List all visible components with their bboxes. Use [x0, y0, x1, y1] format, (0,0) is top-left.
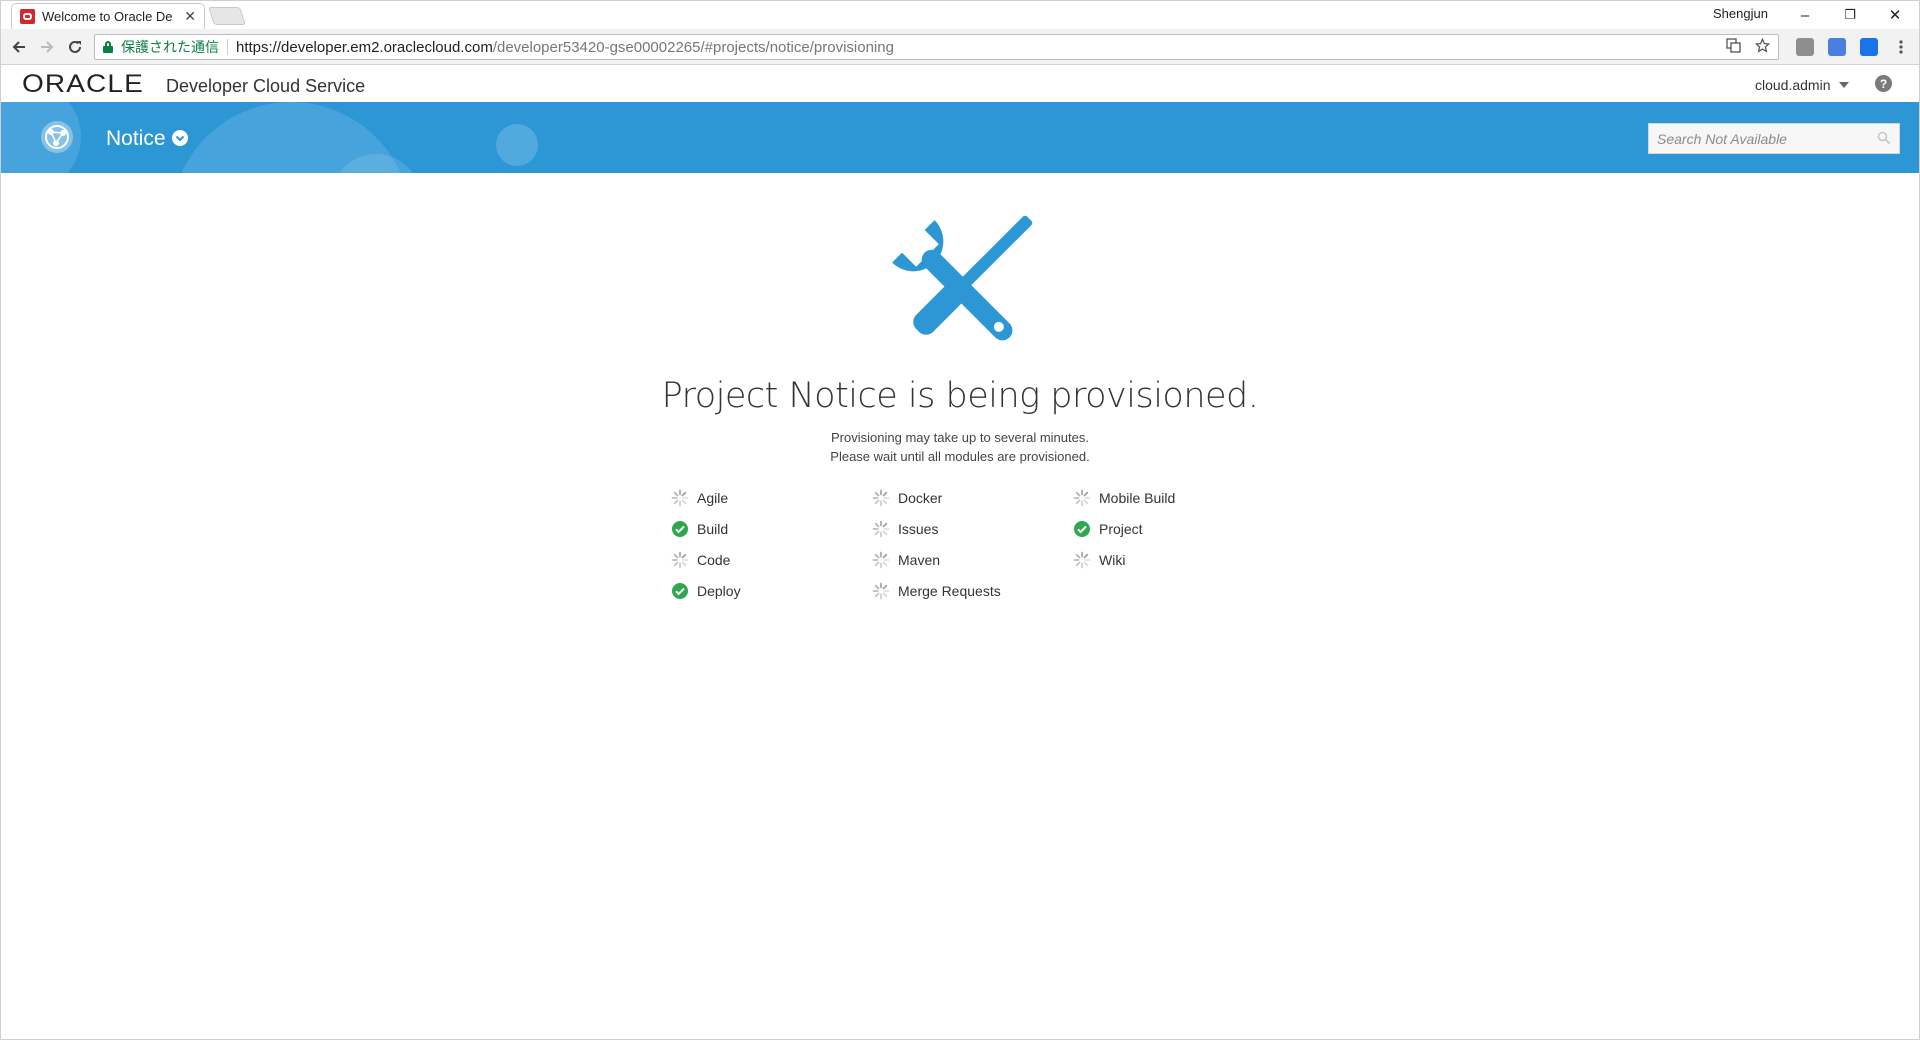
- project-dropdown-icon[interactable]: [172, 130, 188, 146]
- new-tab-button[interactable]: [208, 7, 246, 25]
- translate-extension-icon[interactable]: [1828, 38, 1846, 56]
- help-icon[interactable]: ?: [1875, 75, 1892, 92]
- address-bar[interactable]: 保護された通信 https://developer.em2.oracleclou…: [94, 34, 1779, 60]
- module-item: Project: [1073, 519, 1143, 539]
- module-label: Project: [1099, 521, 1143, 537]
- project-name[interactable]: Notice: [106, 127, 166, 151]
- browser-titlebar: Welcome to Oracle De ✕ Shengjun – ❐ ✕: [1, 1, 1919, 29]
- module-item: Merge Requests: [872, 581, 1001, 601]
- module-item: Mobile Build: [1073, 488, 1175, 508]
- check-icon: [1073, 520, 1091, 538]
- user-menu-caret-icon[interactable]: [1839, 82, 1849, 88]
- oracle-favicon-icon: [20, 9, 35, 24]
- translate-icon[interactable]: [1726, 38, 1741, 57]
- module-item: Deploy: [671, 581, 741, 601]
- close-window-button[interactable]: ✕: [1873, 3, 1917, 27]
- module-item: Wiki: [1073, 550, 1125, 570]
- minimize-button[interactable]: –: [1783, 3, 1827, 27]
- module-label: Merge Requests: [898, 583, 1001, 599]
- subtitle-line-1: Provisioning may take up to several minu…: [831, 430, 1089, 445]
- module-label: Issues: [898, 521, 939, 537]
- back-icon[interactable]: [7, 35, 31, 59]
- url-path: /developer53420-gse00002265/#projects/no…: [492, 38, 894, 56]
- reload-icon[interactable]: [63, 35, 87, 59]
- check-icon: [671, 520, 689, 538]
- banner-decoration: [496, 124, 538, 166]
- module-label: Wiki: [1099, 552, 1126, 568]
- spinner-icon: [1073, 489, 1091, 507]
- lock-icon: [103, 41, 113, 53]
- product-name: Developer Cloud Service: [166, 76, 366, 96]
- secure-label: 保護された通信: [121, 39, 219, 55]
- module-item: Docker: [872, 488, 942, 508]
- search-placeholder: Search Not Available: [1657, 130, 1787, 147]
- browser-menu-icon[interactable]: [1889, 35, 1913, 59]
- spinner-icon: [671, 551, 689, 569]
- module-item: Build: [671, 519, 728, 539]
- user-menu[interactable]: cloud.admin: [1755, 77, 1831, 93]
- tab-title: Welcome to Oracle De: [42, 9, 173, 24]
- module-item: Maven: [872, 550, 940, 570]
- spinner-icon: [872, 551, 890, 569]
- spinner-icon: [671, 489, 689, 507]
- module-label: Code: [697, 552, 731, 568]
- module-item: Code: [671, 550, 730, 570]
- restore-button[interactable]: ❐: [1828, 3, 1872, 27]
- browser-tab[interactable]: Welcome to Oracle De ✕: [11, 3, 205, 29]
- module-item: Agile: [671, 488, 728, 508]
- spinner-icon: [872, 489, 890, 507]
- search-input[interactable]: Search Not Available: [1648, 123, 1900, 154]
- check-icon: [671, 582, 689, 600]
- subtitle-line-2: Please wait until all modules are provis…: [830, 449, 1090, 464]
- forward-icon[interactable]: [35, 35, 59, 59]
- module-label: Docker: [898, 490, 943, 506]
- module-label: Agile: [697, 490, 729, 506]
- project-network-icon[interactable]: [39, 119, 75, 155]
- bookmark-star-icon[interactable]: [1754, 37, 1771, 57]
- tab-close-icon[interactable]: ✕: [184, 8, 196, 25]
- oracle-logo[interactable]: ORACLE: [22, 70, 144, 99]
- module-label: Build: [697, 521, 729, 537]
- page-title: Project Notice is being provisioned.: [661, 376, 1259, 416]
- spinner-icon: [872, 520, 890, 538]
- module-label: Deploy: [697, 583, 741, 599]
- search-icon[interactable]: [1877, 131, 1891, 145]
- app-header: ORACLE Developer Cloud Service cloud.adm…: [1, 65, 1919, 102]
- module-label: Mobile Build: [1099, 490, 1176, 506]
- module-label: Maven: [898, 552, 941, 568]
- project-banner: Notice Search Not Available: [1, 102, 1919, 173]
- spinner-icon: [1073, 551, 1091, 569]
- browser-toolbar: 保護された通信 https://developer.em2.oracleclou…: [1, 29, 1919, 65]
- separator: [227, 39, 228, 55]
- profile-name[interactable]: Shengjun: [1713, 6, 1768, 21]
- extension-icon[interactable]: [1796, 38, 1814, 56]
- tools-icon: [892, 215, 1033, 341]
- spinner-icon: [872, 582, 890, 600]
- module-item: Issues: [872, 519, 938, 539]
- url-host: https://developer.em2.oraclecloud.com: [236, 38, 493, 56]
- extension-blue-icon[interactable]: [1860, 38, 1878, 56]
